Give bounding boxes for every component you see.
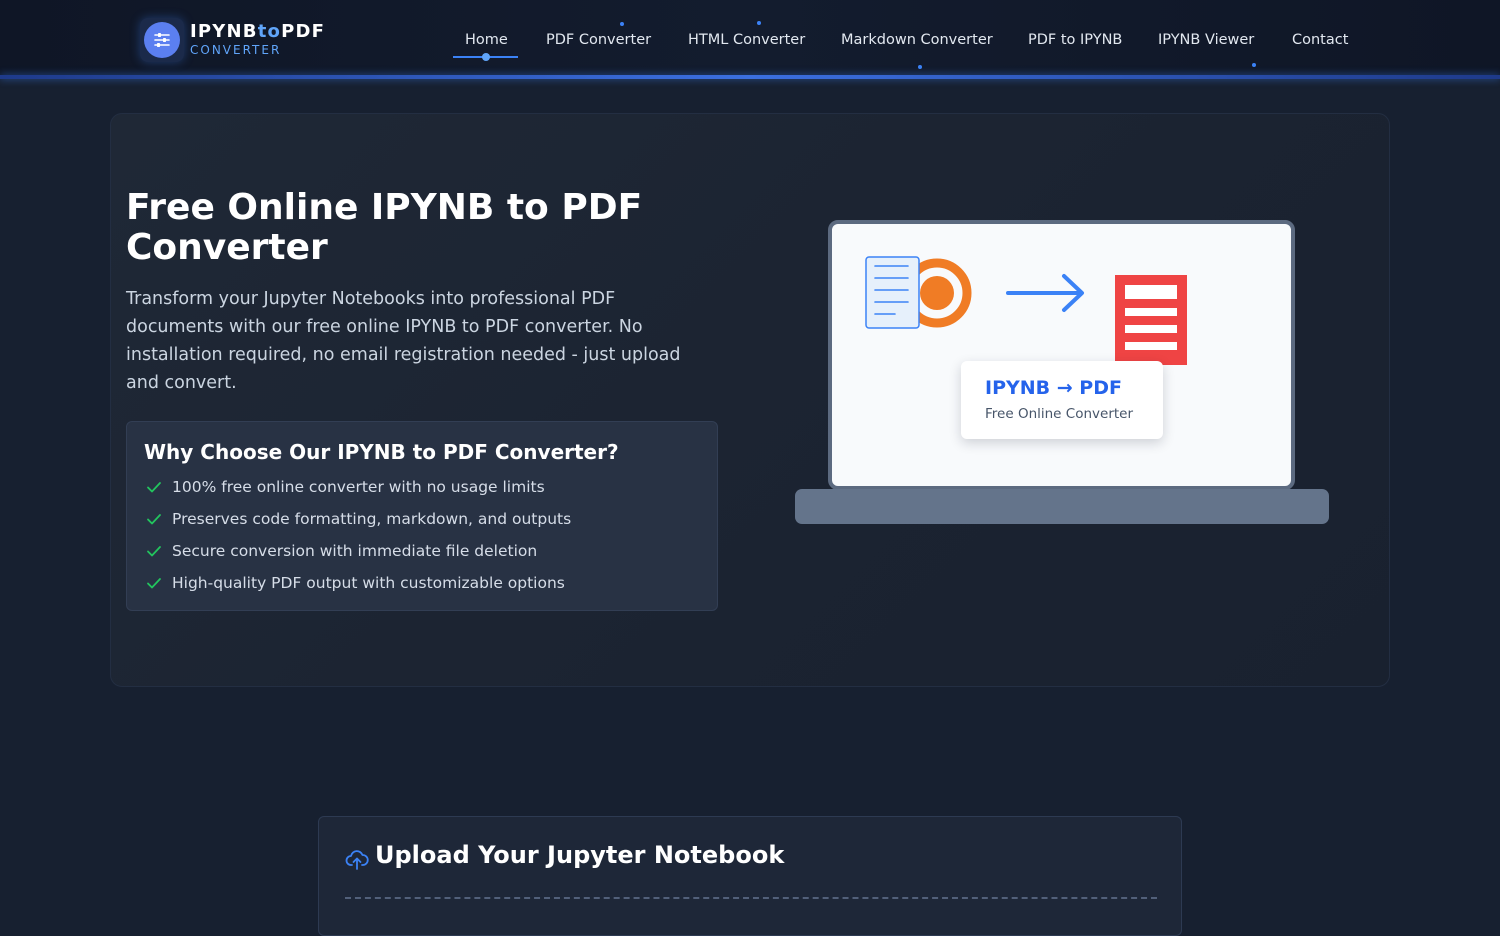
pdf-document-icon	[1115, 275, 1187, 369]
why-item-text: Secure conversion with immediate file de…	[172, 542, 538, 560]
list-item: Preserves code formatting, markdown, and…	[144, 508, 571, 540]
list-item: 100% free online converter with no usage…	[144, 476, 571, 508]
decor-dot	[918, 65, 922, 69]
logo-badge	[140, 18, 184, 62]
nav-markdown-converter[interactable]: Markdown Converter	[841, 28, 993, 52]
nav-pdf-converter[interactable]: PDF Converter	[546, 28, 651, 52]
why-choose-list: 100% free online converter with no usage…	[144, 476, 571, 604]
nav-home[interactable]: Home	[465, 28, 508, 52]
hero-description: Transform your Jupyter Notebooks into pr…	[126, 289, 681, 393]
brand-title: IPYNBtoPDF	[190, 22, 325, 42]
nav-html-converter[interactable]: HTML Converter	[688, 28, 805, 52]
list-item: Secure conversion with immediate file de…	[144, 540, 571, 572]
illustration-card-subtitle: Free Online Converter	[985, 406, 1134, 422]
upload-card: Upload Your Jupyter Notebook	[318, 816, 1182, 936]
check-icon	[144, 476, 172, 498]
nav-ipynb-viewer[interactable]: IPYNB Viewer	[1158, 28, 1254, 52]
why-choose-box: Why Choose Our IPYNB to PDF Converter? 1…	[126, 421, 718, 611]
decor-dot	[757, 21, 761, 25]
brand-title-pdf: PDF	[281, 21, 326, 42]
top-navbar: IPYNBtoPDF CONVERTER Home PDF Converter …	[0, 0, 1500, 79]
brand-subtitle: CONVERTER	[190, 43, 282, 57]
why-item-text: Preserves code formatting, markdown, and…	[172, 510, 572, 528]
sliders-icon	[144, 22, 180, 58]
check-icon	[144, 540, 172, 562]
why-item-text: 100% free online converter with no usage…	[172, 478, 545, 496]
hero-title: Free Online IPYNB to PDF Converter	[126, 187, 643, 268]
cloud-upload-icon	[345, 847, 369, 875]
brand-title-to: to	[257, 21, 282, 42]
upload-dropzone-border[interactable]	[345, 897, 1157, 899]
check-icon	[144, 572, 172, 594]
brand-title-ipynb: IPYNB	[190, 21, 258, 42]
nav-pdf-to-ipynb[interactable]: PDF to IPYNB	[1028, 28, 1122, 52]
notebook-document-icon	[865, 256, 921, 334]
check-icon	[144, 508, 172, 530]
decor-dot	[1252, 63, 1256, 67]
illustration-label-card: IPYNB → PDF Free Online Converter	[961, 361, 1163, 439]
why-choose-title: Why Choose Our IPYNB to PDF Converter?	[144, 440, 619, 464]
nav-active-dot	[482, 53, 490, 61]
nav-contact[interactable]: Contact	[1292, 28, 1348, 52]
laptop-base	[795, 489, 1329, 524]
brand-text: IPYNBtoPDF CONVERTER	[190, 22, 325, 58]
brand-logo-link[interactable]: IPYNBtoPDF CONVERTER	[140, 17, 325, 63]
arrow-right-icon	[1004, 270, 1088, 320]
illustration-card-title: IPYNB → PDF	[985, 377, 1122, 399]
list-item: High-quality PDF output with customizabl…	[144, 572, 571, 604]
navbar-glow-line	[0, 75, 1500, 79]
why-item-text: High-quality PDF output with customizabl…	[172, 574, 565, 592]
upload-title: Upload Your Jupyter Notebook	[375, 841, 785, 869]
decor-dot	[620, 22, 624, 26]
